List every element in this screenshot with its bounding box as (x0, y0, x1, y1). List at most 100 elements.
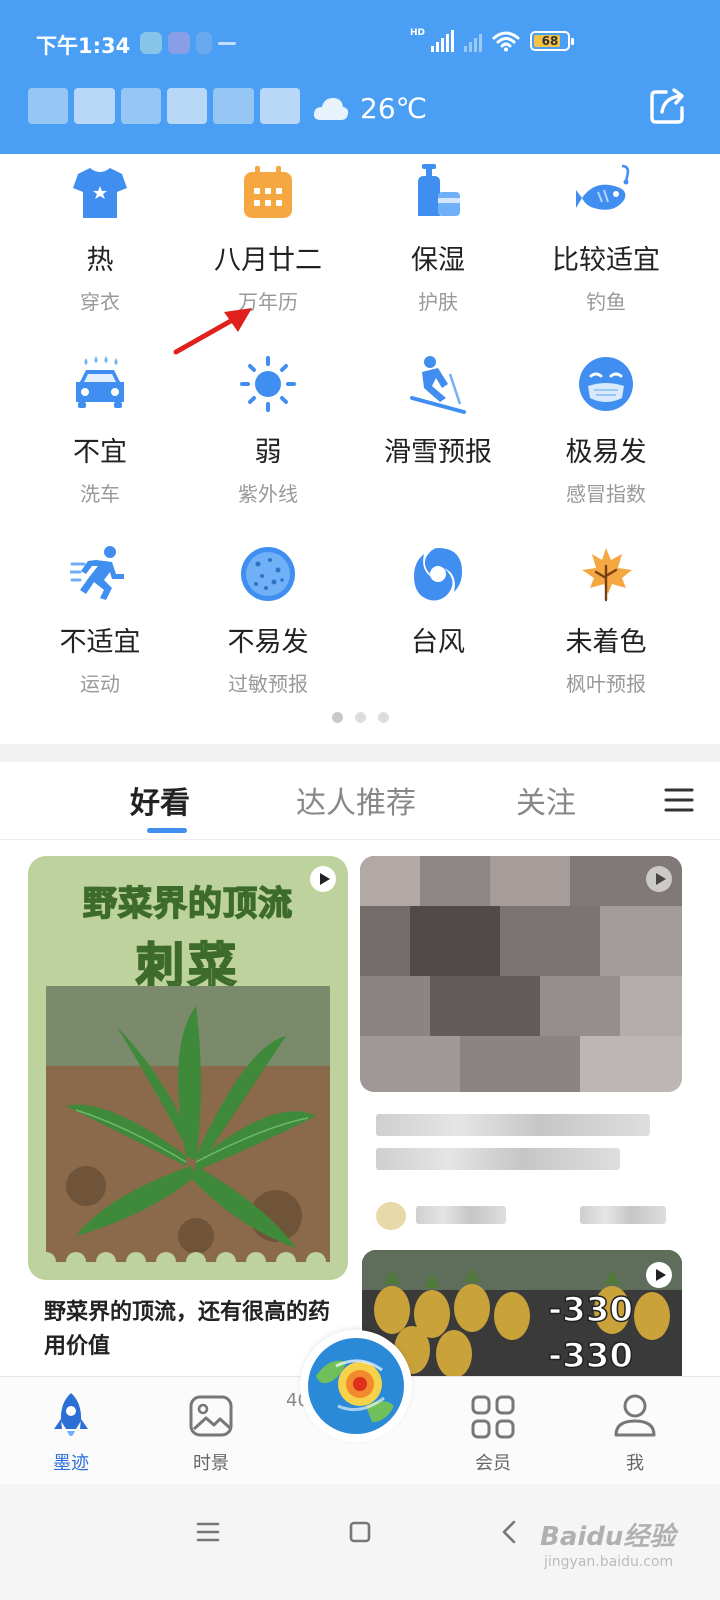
page-dot[interactable] (354, 712, 366, 723)
tool-label: 枫叶预报 (566, 672, 646, 696)
page-dot[interactable] (377, 712, 389, 723)
redacted-title-line (376, 1114, 650, 1136)
tool-label: 过敏预报 (228, 672, 308, 696)
redacted-title-line (376, 1148, 620, 1170)
tool-clothing[interactable]: 热 穿衣 (10, 154, 190, 344)
tool-maple[interactable]: 未着色 枫叶预报 (516, 536, 696, 726)
share-icon[interactable] (648, 86, 688, 126)
tool-label: 紫外线 (238, 482, 298, 506)
current-weather[interactable]: 26℃ (312, 88, 427, 128)
system-navigation-bar: Baidu经验 jingyan.baidu.com (0, 1484, 720, 1600)
notification-icons (140, 32, 236, 54)
tool-value: 八月廿二 (214, 245, 322, 276)
temperature: 26℃ (360, 91, 428, 125)
back-icon[interactable] (490, 1512, 530, 1552)
tool-label: 洗车 (80, 482, 120, 506)
play-icon (646, 1262, 672, 1288)
sun-icon (240, 356, 296, 412)
picture-icon (189, 1395, 233, 1437)
tool-value: 不易发 (227, 627, 309, 658)
globe-typhoon-icon (308, 1338, 404, 1434)
section-divider (0, 744, 720, 762)
page-indicator (0, 712, 720, 723)
menu-icon[interactable] (664, 786, 694, 814)
tool-car-wash[interactable]: 不宜 洗车 (10, 346, 190, 536)
watermark-logo: Baidu经验 jingyan.baidu.com (540, 1502, 690, 1582)
nav-label: 墨迹 (53, 1453, 89, 1474)
rocket-icon (54, 1393, 88, 1436)
life-index-panel: 热 穿衣 八月廿二 万年历 保湿 护肤 比较适宜 钓鱼 不宜 洗车 弱 紫外线 … (0, 154, 720, 744)
tab-follow[interactable]: 关注 (516, 778, 576, 822)
tab-daren-recommend[interactable]: 达人推荐 (296, 778, 416, 822)
fish-icon (576, 164, 630, 210)
feed-card-caption[interactable]: 野菜界的顶流，还有很高的药用价值 (44, 1296, 334, 1364)
mask-face-icon (579, 357, 633, 411)
tool-allergy[interactable]: 不易发 过敏预报 (178, 536, 358, 726)
card-cover-title: 野菜界的顶流 (82, 883, 293, 925)
tool-fishing[interactable]: 比较适宜 钓鱼 (516, 154, 696, 344)
grid-icon (471, 1395, 515, 1439)
play-icon (310, 866, 336, 892)
nav-label: 时景 (193, 1453, 229, 1474)
nav-me[interactable]: 我 (590, 1391, 680, 1475)
blurred-photo (360, 856, 682, 1092)
maple-leaf-icon (582, 548, 632, 602)
tool-typhoon[interactable]: 台风 (348, 536, 528, 726)
price-label: -330 (547, 1335, 634, 1377)
status-indicators: HD 68 (409, 28, 574, 52)
hd-label: HD (409, 28, 425, 38)
calendar-icon (244, 166, 292, 218)
nav-label: 我 (626, 1453, 644, 1474)
active-tab-indicator (147, 828, 187, 833)
battery-icon: 68 (530, 31, 574, 51)
skincare-bottle-icon (418, 164, 460, 216)
tool-sport[interactable]: 不适宜 运动 (10, 536, 190, 726)
recent-apps-icon[interactable] (188, 1512, 228, 1552)
app-header: 下午1:34 HD 68 26℃ (0, 0, 720, 154)
home-icon[interactable] (340, 1512, 380, 1552)
feed-tab-bar: 好看 达人推荐 关注 (0, 762, 720, 840)
watermark-url: jingyan.baidu.com (544, 1554, 674, 1570)
tool-value: 热 (86, 245, 114, 276)
skier-icon (410, 356, 466, 414)
cloud-icon (313, 98, 349, 120)
battery-level: 68 (541, 34, 559, 48)
weather-globe-button[interactable] (300, 1330, 412, 1442)
pollen-icon (241, 547, 295, 601)
tool-label: 钓鱼 (586, 290, 626, 314)
tool-cold[interactable]: 极易发 感冒指数 (516, 346, 696, 536)
nav-shijing[interactable]: 时景 (166, 1391, 256, 1475)
tool-value: 极易发 (565, 437, 647, 468)
watermark-text: Baidu经验 (540, 1522, 676, 1552)
tshirt-icon (73, 168, 127, 218)
tool-ski[interactable]: 滑雪预报 (348, 346, 528, 536)
nav-moji[interactable]: 墨迹 (26, 1391, 116, 1475)
tab-haokan[interactable]: 好看 (130, 778, 190, 822)
status-time: 下午1:34 (36, 34, 131, 58)
feed-card-image-blurred[interactable] (360, 856, 682, 1092)
nav-member[interactable]: 会员 (448, 1391, 538, 1475)
play-icon (646, 866, 672, 892)
tool-value: 弱 (254, 437, 282, 468)
wifi-icon (492, 31, 520, 52)
tool-value: 台风 (411, 627, 465, 658)
feed-card-wild-vegetable[interactable]: 野菜界的顶流 刺菜 (28, 856, 348, 1280)
status-bar: 下午1:34 HD 68 (0, 18, 720, 68)
plant-photo (46, 986, 330, 1262)
tool-value: 保湿 (411, 245, 465, 276)
tool-value: 比较适宜 (552, 245, 660, 276)
tool-label: 感冒指数 (566, 482, 646, 506)
cell-signal-icon (431, 30, 454, 52)
tool-value: 滑雪预报 (384, 437, 492, 468)
tool-skincare[interactable]: 保湿 护肤 (348, 154, 528, 344)
cell-signal-2-icon (464, 30, 482, 52)
price-label: -330 (547, 1289, 634, 1331)
tool-value: 不宜 (73, 437, 127, 468)
location-name-redacted[interactable] (28, 88, 300, 124)
tool-uv[interactable]: 弱 紫外线 (178, 346, 358, 536)
user-icon (614, 1394, 656, 1437)
nav-label: 会员 (475, 1453, 511, 1474)
tool-value: 未着色 (565, 627, 647, 658)
page-dot[interactable] (331, 712, 343, 723)
annotation-arrow-icon (173, 308, 252, 355)
